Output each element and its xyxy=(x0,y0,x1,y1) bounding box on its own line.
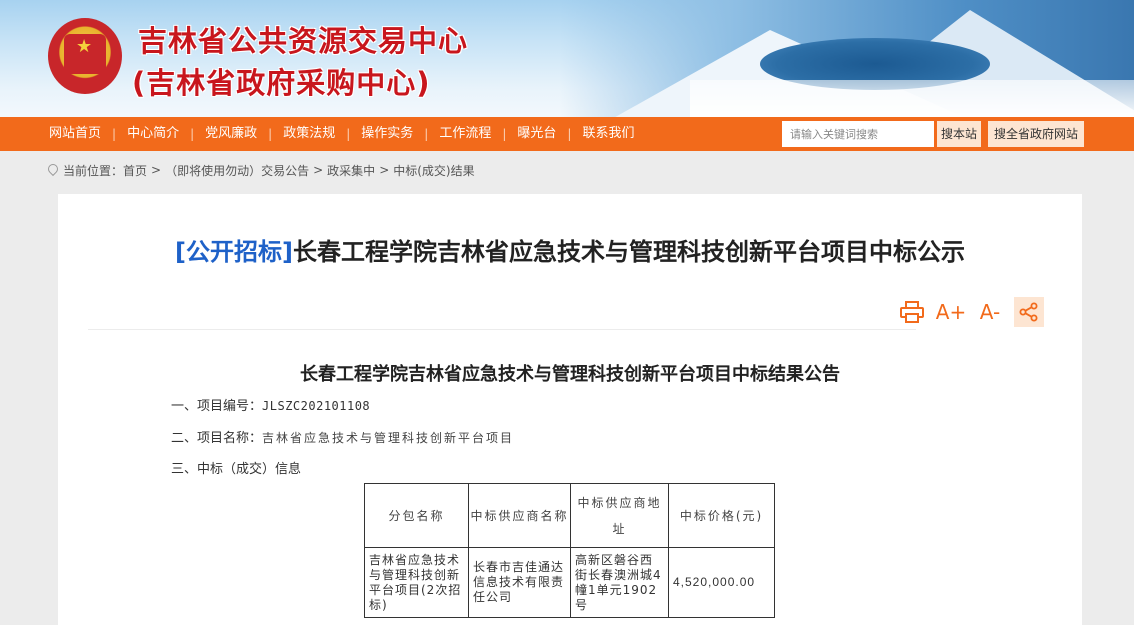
nav-item-about[interactable]: 中心简介 xyxy=(116,117,190,151)
page-title: [公开招标]长春工程学院吉林省应急技术与管理科技创新平台项目中标公示 xyxy=(58,232,1082,267)
project-number-label: 一、项目编号： xyxy=(171,399,263,414)
table-header-row: 分包名称 中标供应商名称 中标供应商地址 中标价格(元) xyxy=(364,483,775,548)
breadcrumb-separator: > xyxy=(151,163,162,177)
nav-item-practice[interactable]: 操作实务 xyxy=(350,117,424,151)
breadcrumb-separator: > xyxy=(313,163,324,177)
table-cell-supplier: 长春市吉佳通达信息技术有限责任公司 xyxy=(468,547,571,618)
breadcrumb-prefix: 当前位置： xyxy=(63,163,124,178)
banner-snow xyxy=(690,80,1134,117)
table-cell-address: 高新区磐谷西街长春澳洲城4幢1单元1902号 xyxy=(570,547,669,618)
table-row: 吉林省应急技术与管理科技创新平台项目(2次招标) 长春市吉佳通达信息技术有限责任… xyxy=(364,547,775,618)
nav-item-contact[interactable]: 联系我们 xyxy=(571,117,645,151)
font-increase-button[interactable]: A+ xyxy=(936,297,966,327)
nav-items: 网站首页 | 中心简介 | 党风廉政 | 政策法规 | 操作实务 | 工作流程 … xyxy=(38,117,645,151)
font-decrease-button[interactable]: A- xyxy=(975,297,1005,327)
article-title: 长春工程学院吉林省应急技术与管理科技创新平台项目中标公示 xyxy=(292,238,965,266)
breadcrumb-item-announcements[interactable]: （即将使用勿动）交易公告 xyxy=(165,162,309,179)
site-title: 吉林省公共资源交易中心 xyxy=(138,24,469,58)
site-subtitle: (吉林省政府采购中心) xyxy=(132,66,431,100)
breadcrumb-item-results[interactable]: 中标(成交)结果 xyxy=(393,162,474,179)
print-icon[interactable] xyxy=(897,297,927,327)
project-number-line: 一、项目编号：JLSZC202101108 xyxy=(171,395,370,414)
breadcrumb-item-home[interactable]: 首页 xyxy=(123,162,147,179)
nav-item-integrity[interactable]: 党风廉政 xyxy=(194,117,268,151)
article-panel: [公开招标]长春工程学院吉林省应急技术与管理科技创新平台项目中标公示 A+ A- xyxy=(58,194,1082,625)
divider xyxy=(88,329,916,330)
breadcrumb: 当前位置： 首页 > （即将使用勿动）交易公告 > 政采集中 > 中标(成交)结… xyxy=(48,160,475,180)
nav-item-workflow[interactable]: 工作流程 xyxy=(428,117,502,151)
section-award-info: 三、中标（成交）信息 xyxy=(171,462,302,477)
font-increase-label: A+ xyxy=(935,300,967,324)
search-input[interactable] xyxy=(782,121,934,147)
article-tag: [公开招标] xyxy=(175,238,293,266)
article-tools: A+ A- xyxy=(888,297,1044,327)
site-header: 吉林省公共资源交易中心 (吉林省政府采购中心) xyxy=(0,0,1134,117)
breadcrumb-item-procurement[interactable]: 政采集中 xyxy=(327,162,375,179)
table-header-cell: 分包名称 xyxy=(364,483,469,548)
location-icon xyxy=(48,164,58,176)
table-cell-price: 4,520,000.00 xyxy=(668,547,775,618)
share-icon[interactable] xyxy=(1014,297,1044,327)
search-site-button[interactable]: 搜本站 xyxy=(937,121,981,147)
table-header-cell: 中标供应商名称 xyxy=(468,483,571,548)
project-name-label: 二、项目名称： xyxy=(171,431,263,446)
national-emblem-logo[interactable] xyxy=(48,18,122,94)
nav-item-policy[interactable]: 政策法规 xyxy=(272,117,346,151)
table-header-cell: 中标供应商地址 xyxy=(570,483,669,548)
nav-item-home[interactable]: 网站首页 xyxy=(38,117,112,151)
document-title: 长春工程学院吉林省应急技术与管理科技创新平台项目中标结果公告 xyxy=(300,364,840,385)
award-table: 分包名称 中标供应商名称 中标供应商地址 中标价格(元) 吉林省应急技术与管理科… xyxy=(364,483,775,618)
breadcrumb-separator: > xyxy=(379,163,390,177)
font-decrease-label: A- xyxy=(979,300,1001,324)
table-cell-package: 吉林省应急技术与管理科技创新平台项目(2次招标) xyxy=(364,547,469,618)
table-header-cell: 中标价格(元) xyxy=(668,483,775,548)
project-name-value: 吉林省应急技术与管理科技创新平台项目 xyxy=(262,431,515,445)
search-all-button[interactable]: 搜全省政府网站 xyxy=(988,121,1084,147)
main-nav: 网站首页 | 中心简介 | 党风廉政 | 政策法规 | 操作实务 | 工作流程 … xyxy=(0,117,1134,151)
project-number-value: JLSZC202101108 xyxy=(262,399,371,413)
nav-item-exposure[interactable]: 曝光台 xyxy=(506,117,567,151)
project-name-line: 二、项目名称：吉林省应急技术与管理科技创新平台项目 xyxy=(171,427,514,446)
